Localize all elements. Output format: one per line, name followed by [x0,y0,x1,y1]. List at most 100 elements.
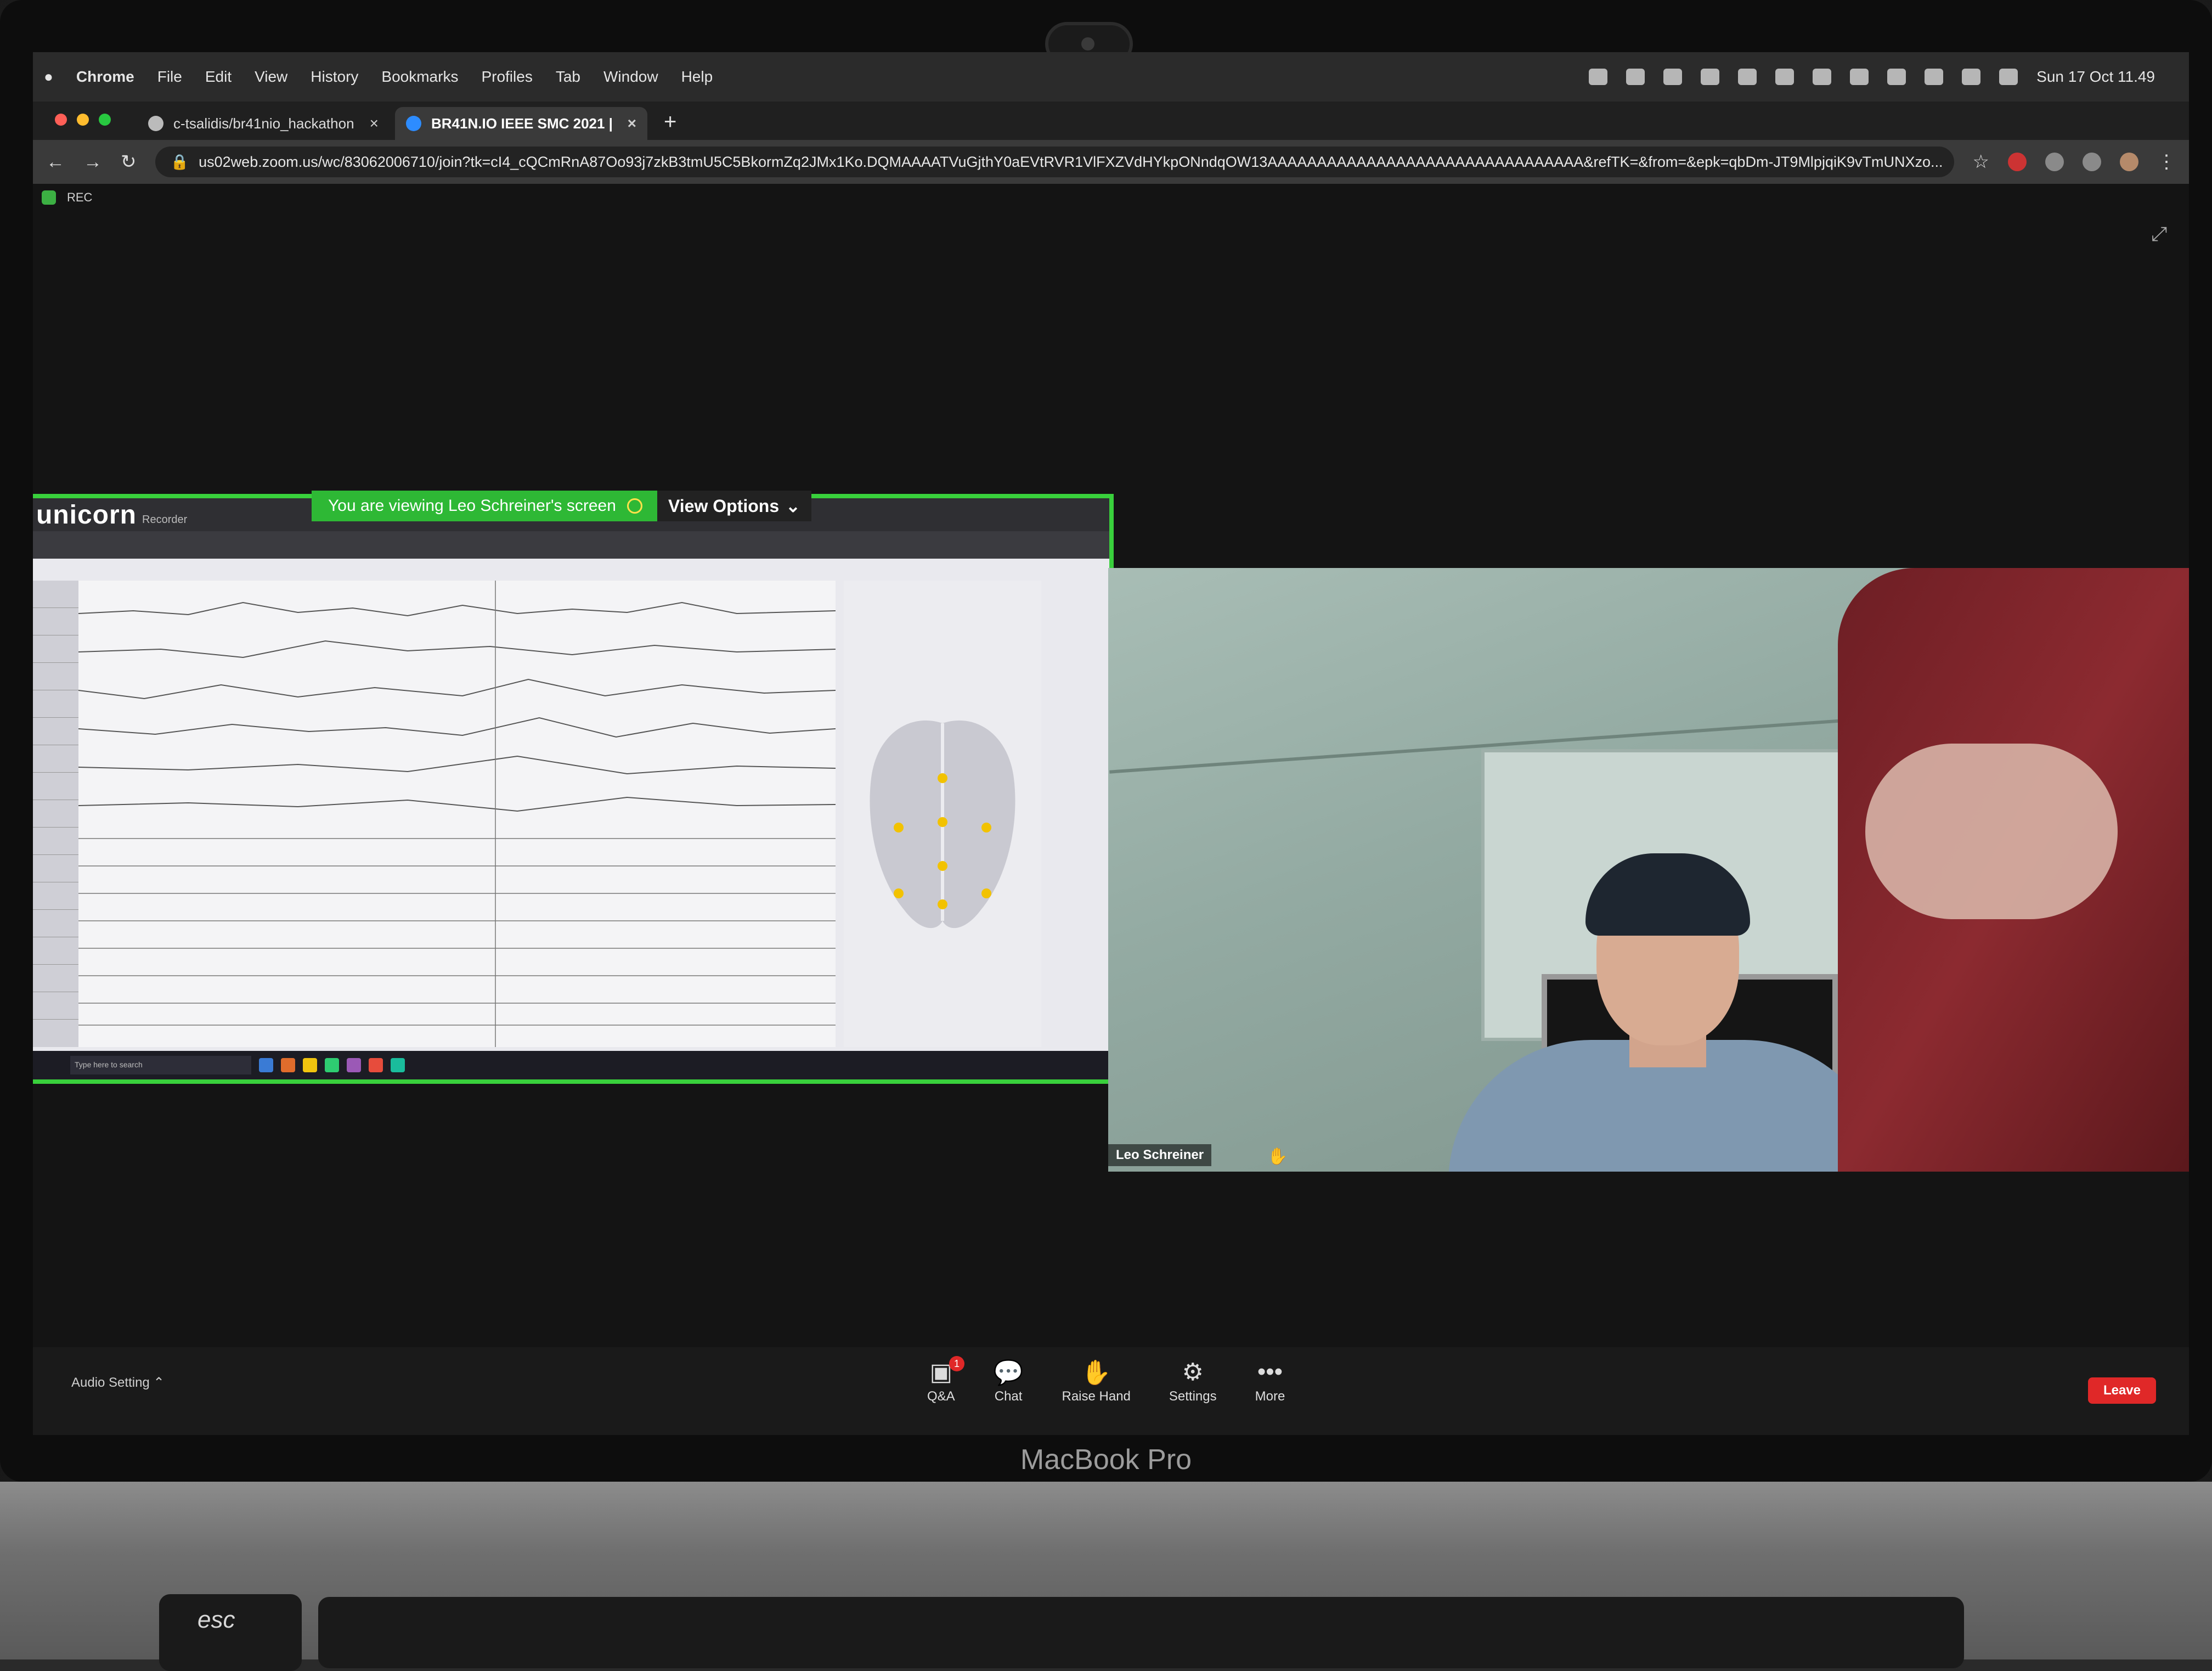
menu-window[interactable]: Window [603,68,658,86]
close-tab-icon[interactable]: × [370,115,379,132]
participant-video[interactable]: Leo Schreiner ✋ [1108,568,2189,1172]
menu-tab[interactable]: Tab [556,68,580,86]
raise-hand-button[interactable]: ✋ Raise Hand [1062,1358,1130,1404]
audio-setting-label: Audio Setting [71,1375,150,1390]
laptop-brand: MacBook Pro [1020,1444,1192,1476]
qa-badge: 1 [949,1356,964,1371]
menu-edit[interactable]: Edit [205,68,232,86]
settings-label: Settings [1169,1389,1217,1404]
menu-help[interactable]: Help [681,68,713,86]
cloud-icon[interactable] [1813,69,1832,85]
channel-label [33,581,78,608]
tab-bar: c-tsalidis/br41nio_hackathon × BR41N.IO … [33,102,2189,140]
channel-labels [33,581,78,1047]
address-bar[interactable]: 🔒 us02web.zoom.us/wc/83062006710/join?tk… [155,147,1954,177]
forward-icon[interactable]: → [83,151,102,173]
battery-icon[interactable] [1925,69,1944,85]
menu-view[interactable]: View [255,68,287,86]
tab-label: BR41N.IO IEEE SMC 2021 | [431,115,613,132]
screen: ● Chrome File Edit View History Bookmark… [33,52,2189,1435]
menu-history[interactable]: History [311,68,358,86]
window-controls [55,114,111,126]
menu-file[interactable]: File [157,68,182,86]
qa-button[interactable]: ▣ 1 Q&A [927,1356,964,1404]
channel-label [33,882,78,910]
helper-hands [1865,744,2118,919]
reload-icon[interactable]: ↻ [121,151,137,173]
zoom-meeting-area: REC ⤢ You are viewing Leo Schreiner's sc… [33,184,2189,1369]
back-icon[interactable]: ← [46,151,65,173]
chevron-up-icon: ⌃ [153,1375,165,1390]
close-tab-icon[interactable]: × [628,115,636,132]
zoom-footer: Audio Setting ⌃ ▣ 1 Q&A 💬 Chat ✋ Raise H… [33,1347,2189,1435]
control-center-icon[interactable] [1999,69,2018,85]
drive-icon[interactable] [1663,69,1683,85]
apple-icon[interactable]: ● [44,68,53,86]
gear-icon: ⚙ [1182,1359,1204,1386]
share-banner-text: You are viewing Leo Schreiner's screen [328,497,616,515]
qa-label: Q&A [927,1389,955,1404]
rec-label: REC [67,190,93,204]
windows-search-box[interactable]: Type here to search [70,1056,251,1074]
new-tab-button[interactable]: + [664,110,676,134]
recorder-body [33,581,1109,1047]
function-key-row[interactable] [318,1597,1964,1668]
taskbar-app-icon[interactable] [391,1058,405,1072]
tab-github[interactable]: c-tsalidis/br41nio_hackathon × [137,107,390,140]
reader-icon[interactable] [2045,153,2064,171]
url-text: us02web.zoom.us/wc/83062006710/join?tk=c… [199,153,1943,170]
chat-button[interactable]: 💬 Chat [994,1358,1024,1404]
menu-app-name[interactable]: Chrome [76,68,134,86]
more-button[interactable]: ••• More [1255,1358,1285,1404]
status-area: Sun 17 Oct 11.49 [1589,68,2178,86]
hand-icon: ✋ [1081,1359,1111,1386]
fullscreen-icon[interactable]: ⤢ [2151,222,2167,246]
search-icon[interactable] [1775,69,1795,85]
taskbar-app-icon[interactable] [347,1058,361,1072]
raised-hand-icon: ✋ [1267,1147,1288,1166]
bookmark-star-icon[interactable]: ☆ [1973,151,1989,173]
view-options-button[interactable]: View Options ⌄ [657,491,811,521]
timer-icon[interactable] [1626,69,1645,85]
kebab-menu-icon[interactable]: ⋮ [2157,151,2176,173]
play-icon[interactable] [1850,69,1869,85]
minimize-window-button[interactable] [77,114,89,126]
participant-name-tag: Leo Schreiner [1108,1144,1212,1166]
channel-label [33,828,78,855]
leave-button[interactable]: Leave [2087,1377,2156,1404]
telegram-icon[interactable] [1589,69,1608,85]
taskbar-app-icon[interactable] [303,1058,317,1072]
settings-button[interactable]: ⚙ Settings [1169,1358,1217,1404]
tab-label: c-tsalidis/br41nio_hackathon [173,115,354,132]
menu-profiles[interactable]: Profiles [481,68,532,86]
browser-toolbar: ← → ↻ 🔒 us02web.zoom.us/wc/83062006710/j… [33,140,2189,184]
taskbar-app-icon[interactable] [259,1058,273,1072]
maximize-window-button[interactable] [99,114,111,126]
taskbar-app-icon[interactable] [369,1058,383,1072]
bluetooth-icon[interactable] [1887,69,1906,85]
wifi-icon[interactable] [1962,69,1981,85]
recorder-controls[interactable] [33,531,1109,559]
close-window-button[interactable] [55,114,67,126]
shared-screen[interactable]: You are viewing Leo Schreiner's screen V… [33,491,1114,1084]
menu-bookmarks[interactable]: Bookmarks [381,68,458,86]
share-banner: You are viewing Leo Schreiner's screen [312,491,659,521]
status-dot-icon [627,498,642,514]
moon-icon[interactable] [1701,69,1720,85]
lock-icon[interactable]: 🔒 [171,153,189,171]
extension-icon[interactable] [2008,153,2027,171]
profile-avatar[interactable] [2120,153,2138,171]
participant-person [1448,787,1887,1172]
puzzle-icon[interactable] [2083,153,2101,171]
channel-label [33,718,78,745]
taskbar-app-icon[interactable] [281,1058,295,1072]
layout-icon[interactable] [1738,69,1757,85]
tab-zoom[interactable]: BR41N.IO IEEE SMC 2021 | × [395,107,647,140]
taskbar-app-icon[interactable] [325,1058,339,1072]
esc-key[interactable]: esc [159,1594,302,1671]
raise-hand-label: Raise Hand [1062,1389,1131,1404]
menubar-clock[interactable]: Sun 17 Oct 11.49 [2036,68,2155,86]
more-label: More [1255,1389,1285,1404]
audio-setting-button[interactable]: Audio Setting ⌃ [71,1375,165,1391]
zoom-icon [406,116,421,131]
